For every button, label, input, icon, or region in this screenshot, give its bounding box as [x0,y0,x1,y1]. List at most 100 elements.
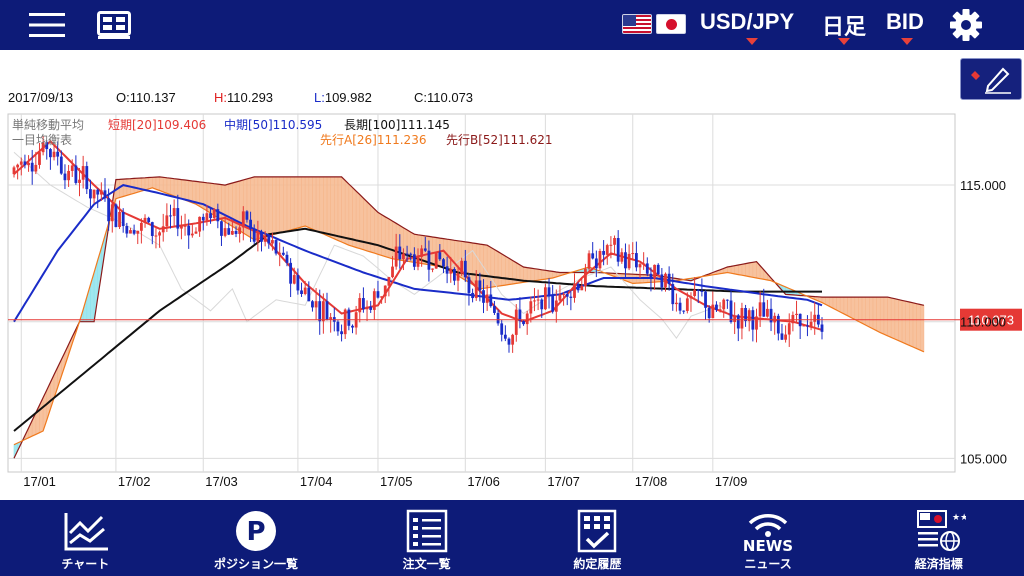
candle-up [766,308,769,317]
cloud-segment [374,208,379,255]
candle-down [220,221,223,236]
candle-up [278,252,282,254]
candle-up [136,230,140,234]
candle-down [645,263,649,274]
cloud-segment [879,296,885,335]
candle-down [405,253,409,255]
cloud-segment [909,301,914,348]
candle-up [19,161,23,165]
candle-down [336,321,340,332]
candle-down [289,262,293,284]
nav-news-label: ニュース [744,557,792,571]
drawing-tool-button[interactable] [960,58,1022,100]
cloud-segment [181,179,186,201]
x-tick-label: 17/06 [467,474,500,489]
cloud-segment [221,184,226,223]
candle-up [358,298,362,313]
candle-down [89,189,92,199]
nav-indicators[interactable]: ★★ 経済指標 [853,500,1024,576]
news-badge-text: NEWS [743,537,793,553]
cloud-segment [122,178,128,197]
cloud-segment [839,296,845,315]
cloud-segment [308,176,313,230]
cloud-segment [505,255,510,286]
candle-up [365,306,369,310]
price-chart[interactable]: 110.073 115.000110.000105.000 17/01 17/02… [0,112,1024,500]
cloud-segment [144,177,149,191]
candle-up [263,235,267,242]
price-type-selector[interactable]: BID [886,9,924,35]
candle-down [267,235,271,244]
candle-up [664,273,667,288]
candle-down [540,299,544,310]
candle-up [543,287,547,310]
cloud-segment [508,257,513,285]
candle-up [190,233,194,236]
close-label: C: [414,90,427,105]
cloud-segment [159,176,164,193]
nav-positions[interactable]: P ポジション一覧 [171,500,342,576]
candle-down [744,308,747,322]
candle-down [707,307,711,319]
candle-up [256,231,260,242]
candle-down [56,151,60,157]
cloud-segment [741,263,746,277]
nav-positions-label: ポジション一覧 [214,557,299,571]
candle-down [500,323,504,335]
candle-up [387,277,391,286]
cloud-segment [304,176,310,229]
candle-down [30,162,34,172]
candle-up [110,204,114,222]
candle-up [434,252,438,269]
candle-down [274,240,278,254]
y-tick-label: 110.000 [960,315,1006,330]
top-bar: USD/JPY 日足 BID [0,0,1024,50]
candle-down [169,215,172,217]
candle-up [16,164,20,168]
timeframe-selector[interactable]: 日足 [822,9,866,41]
nav-orders[interactable]: 注文一覧 [341,500,512,576]
candle-down [671,284,675,305]
candle-down [776,315,780,334]
candle-down [63,173,67,181]
nav-news[interactable]: NEWS ニュース [683,500,854,576]
menu-icon[interactable] [26,0,68,50]
candle-up [675,302,678,305]
candle-up [642,263,646,265]
candle-up [638,264,642,268]
candle-up [194,231,198,234]
candle-up [139,222,143,231]
cloud-segment [872,296,877,332]
candle-up [223,228,227,236]
cloud-segment [843,296,848,317]
cloud-segment [865,296,870,328]
cloud-segment [323,176,328,237]
candle-down [340,331,343,335]
candle-up [653,264,656,279]
nav-chart[interactable]: チャート [0,500,171,576]
news-wifi-icon: NEWS [743,514,793,553]
cloud-segment [370,204,375,254]
candle-down [471,292,474,299]
candle-up [198,216,202,232]
cloud-segment [152,176,157,190]
legend-ichimoku-item: 先行A[26]111.236 [320,133,426,147]
cloud-segment [883,296,888,337]
candle-down [412,254,416,267]
candle-down [489,294,493,307]
candle-down [624,252,627,269]
open-price: O:110.137 [116,90,176,105]
candle-down [96,189,100,195]
candle-up [620,252,624,262]
candle-down [551,295,555,312]
candle-up [402,253,405,260]
candle-up [205,213,209,221]
layout-grid-icon[interactable] [94,0,134,50]
cloud-segment [381,214,386,257]
nav-history[interactable]: 約定履歴 [512,500,683,576]
currency-pair-selector[interactable]: USD/JPY [700,9,794,35]
candle-down [649,273,653,279]
cloud-segment [534,268,539,282]
gear-icon[interactable] [946,0,986,50]
candle-down [307,287,311,302]
